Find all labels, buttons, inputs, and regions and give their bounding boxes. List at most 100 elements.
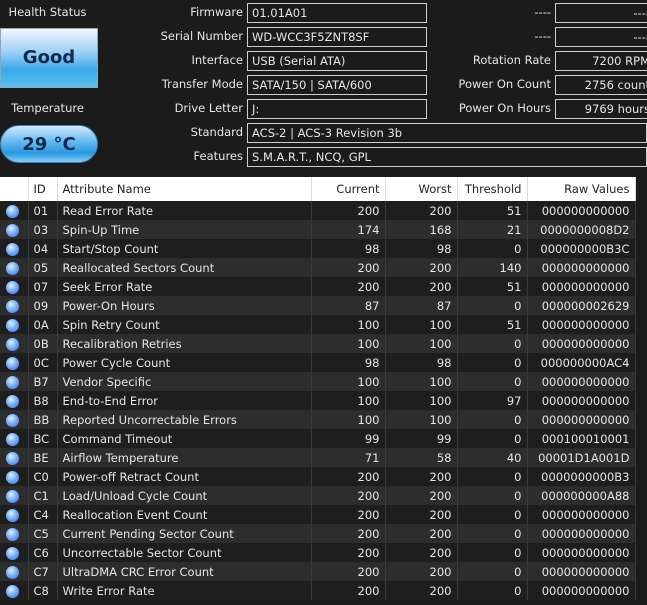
r1-label: ----	[534, 5, 551, 19]
cell-5: 000000000000	[527, 410, 636, 429]
cell-2: 200	[311, 505, 386, 524]
column-header-0[interactable]	[0, 177, 29, 201]
cell-5: 000000000000	[527, 524, 636, 543]
cell-4: 0	[457, 486, 528, 505]
cell-2: 200	[311, 467, 386, 486]
table-row[interactable]: C8 Write Error Rate 200 200 0 000000000000	[0, 581, 636, 600]
status-dot-icon	[6, 527, 19, 541]
cell-2: 200	[311, 581, 386, 600]
cell-1: Reported Uncorrectable Errors	[57, 410, 312, 429]
cell-2: 200	[311, 258, 386, 277]
cell-5: 000000000000	[527, 315, 636, 334]
column-header-3[interactable]: Current	[311, 177, 386, 201]
table-row[interactable]: 01 Read Error Rate 200 200 51 000000000000	[0, 201, 636, 220]
cell-2: 100	[311, 391, 386, 410]
rotation-label: Rotation Rate	[472, 53, 551, 67]
status-dot-icon	[6, 375, 19, 389]
status-dot-icon	[6, 470, 19, 484]
cell-1: Command Timeout	[57, 429, 312, 448]
cell-4: 0	[457, 524, 528, 543]
cell-3: 200	[385, 524, 458, 543]
table-row[interactable]: 05 Reallocated Sectors Count 200 200 140 0000…	[0, 258, 636, 277]
cell-1: Load/Unload Cycle Count	[57, 486, 312, 505]
cell-2: 200	[311, 562, 386, 581]
table-row[interactable]: C5 Current Pending Sector Count 200 200 0 000…	[0, 524, 636, 543]
column-header-2[interactable]: Attribute Name	[57, 177, 312, 201]
standard-label: Standard	[190, 125, 243, 139]
status-dot-icon	[6, 299, 19, 313]
cell-0: BC	[28, 429, 58, 448]
transfer-field: SATA/150 | SATA/600	[247, 75, 427, 95]
cell-2: 100	[311, 315, 386, 334]
table-row[interactable]: BE Airflow Temperature 71 58 40 00001D1A001D	[0, 448, 636, 467]
features-field: S.M.A.R.T., NCQ, GPL	[247, 147, 647, 167]
table-row[interactable]: B7 Vendor Specific 100 100 0 000000000000	[0, 372, 636, 391]
cell-1: Recalibration Retries	[57, 334, 312, 353]
table-row[interactable]: 09 Power-On Hours 87 87 0 000000002629	[0, 296, 636, 315]
cell-0: 09	[28, 296, 58, 315]
column-header-5[interactable]: Threshold	[457, 177, 528, 201]
cell-4: 0	[457, 353, 528, 372]
cell-5: 000000000000	[527, 543, 636, 562]
pcount-field: 2756 count	[555, 75, 647, 95]
table-row[interactable]: 03 Spin-Up Time 174 168 21 0000000008D2	[0, 220, 636, 239]
column-header-1[interactable]: ID	[28, 177, 58, 201]
features-label: Features	[193, 149, 243, 163]
cell-0: C1	[28, 486, 58, 505]
cell-3: 200	[385, 543, 458, 562]
cell-5: 0000000008D2	[527, 220, 636, 239]
cell-3: 200	[385, 486, 458, 505]
cell-3: 100	[385, 372, 458, 391]
table-row[interactable]: C0 Power-off Retract Count 200 200 0 00000000…	[0, 467, 636, 486]
cell-5: 000000000000	[527, 372, 636, 391]
table-row[interactable]: C6 Uncorrectable Sector Count 200 200 0 00000…	[0, 543, 636, 562]
table-row[interactable]: BB Reported Uncorrectable Errors 100 100 0 00…	[0, 410, 636, 429]
cell-4: 0	[457, 429, 528, 448]
table-row[interactable]: C1 Load/Unload Cycle Count 200 200 0 00000000…	[0, 486, 636, 505]
health-status-button[interactable]: Good	[0, 28, 98, 88]
cell-5: 000000000000	[527, 562, 636, 581]
cell-4: 51	[457, 201, 528, 220]
table-row[interactable]: 0B Recalibration Retries 100 100 0 0000000000…	[0, 334, 636, 353]
cell-0: C6	[28, 543, 58, 562]
table-row[interactable]: 07 Seek Error Rate 200 200 51 000000000000	[0, 277, 636, 296]
table-row[interactable]: BC Command Timeout 99 99 0 000100010001	[0, 429, 636, 448]
cell-2: 98	[311, 353, 386, 372]
table-row[interactable]: C4 Reallocation Event Count 200 200 0 0000000…	[0, 505, 636, 524]
status-dot-icon	[6, 356, 19, 370]
firmware-label: Firmware	[190, 5, 243, 19]
cell-2: 100	[311, 372, 386, 391]
table-row[interactable]: C7 UltraDMA CRC Error Count 200 200 0 0000000…	[0, 562, 636, 581]
cell-0: B8	[28, 391, 58, 410]
cell-1: Vendor Specific	[57, 372, 312, 391]
column-header-6[interactable]: Raw Values	[527, 177, 636, 201]
cell-2: 87	[311, 296, 386, 315]
cell-5: 00001D1A001D	[527, 448, 636, 467]
temperature-button[interactable]: 29 °C	[0, 125, 98, 163]
cell-1: Read Error Rate	[57, 201, 312, 220]
status-dot-icon	[6, 508, 19, 522]
table-row[interactable]: B8 End-to-End Error 100 100 97 000000000000	[0, 391, 636, 410]
r2-label: ----	[534, 29, 551, 43]
phours-label: Power On Hours	[458, 101, 551, 115]
status-dot-icon	[6, 546, 19, 560]
status-dot-icon	[6, 565, 19, 579]
cell-0: B7	[28, 372, 58, 391]
status-dot-icon	[6, 584, 19, 598]
cell-4: 0	[457, 296, 528, 315]
table-row[interactable]: 0C Power Cycle Count 98 98 0 000000000AC4	[0, 353, 636, 372]
cell-4: 0	[457, 239, 528, 258]
cell-2: 100	[311, 334, 386, 353]
cell-2: 200	[311, 543, 386, 562]
cell-0: 0A	[28, 315, 58, 334]
cell-5: 0000000000B3	[527, 467, 636, 486]
cell-5: 000000000000	[527, 581, 636, 600]
cell-2: 200	[311, 486, 386, 505]
cell-0: BE	[28, 448, 58, 467]
table-row[interactable]: 0A Spin Retry Count 100 100 51 000000000000	[0, 315, 636, 334]
cell-1: Spin Retry Count	[57, 315, 312, 334]
cell-1: Power-off Retract Count	[57, 467, 312, 486]
table-row[interactable]: 04 Start/Stop Count 98 98 0 000000000B3C	[0, 239, 636, 258]
column-header-4[interactable]: Worst	[385, 177, 458, 201]
status-dot-icon	[6, 318, 19, 332]
